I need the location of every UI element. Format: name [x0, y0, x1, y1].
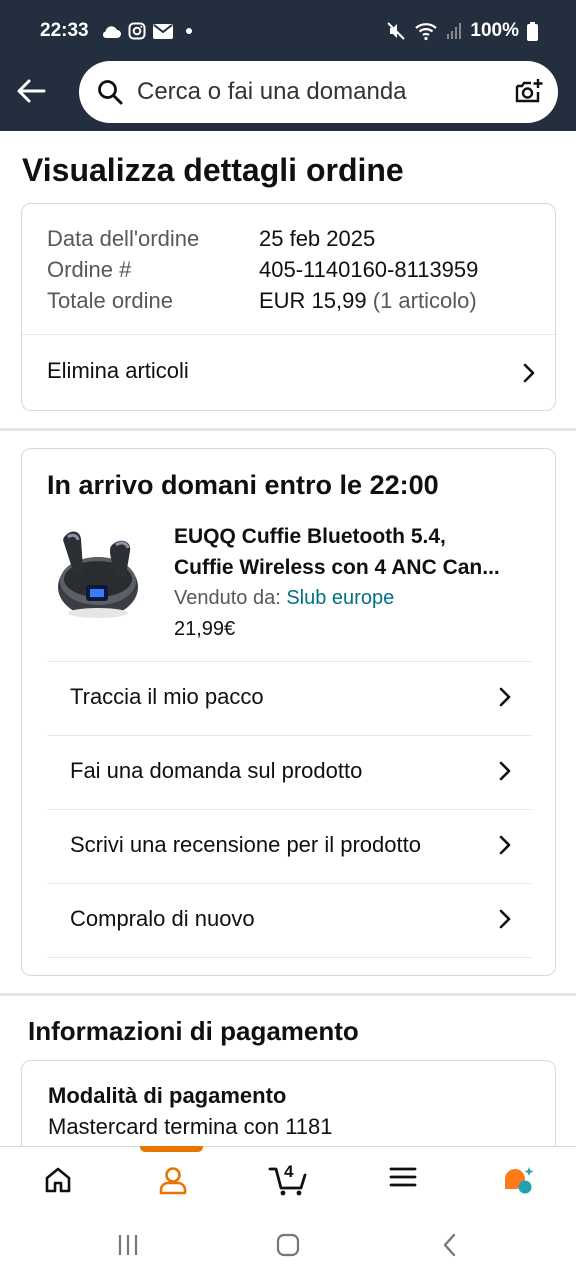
- account-icon: [159, 1167, 186, 1195]
- order-total-amount: EUR 15,99: [259, 288, 367, 313]
- nav-home[interactable]: [0, 1147, 115, 1215]
- sold-by-label: Venduto da:: [174, 587, 281, 609]
- nav-rufus[interactable]: [461, 1147, 576, 1215]
- payment-card: Modalità di pagamento Mastercard termina…: [21, 1060, 556, 1160]
- product-title-line1: EUQQ Cuffie Bluetooth 5.4,: [174, 525, 446, 548]
- order-date-value: 25 feb 2025: [259, 226, 376, 251]
- battery-icon: [527, 21, 538, 41]
- page-title: Visualizza dettagli ordine: [22, 152, 404, 188]
- chevron-right-icon: [499, 687, 511, 707]
- action-ask-question[interactable]: Fai una domanda sul prodotto: [22, 736, 555, 809]
- payment-method-label: Modalità di pagamento: [48, 1083, 287, 1108]
- search-placeholder: Cerca o fai una domanda: [137, 78, 407, 105]
- order-summary-card: Data dell'ordine 25 feb 2025 Ordine # 40…: [21, 203, 556, 411]
- battery-percent: 100%: [470, 20, 519, 41]
- system-nav-bar: [0, 1214, 576, 1280]
- delete-items-row[interactable]: Elimina articoli: [22, 335, 555, 411]
- status-time: 22:33: [40, 20, 89, 41]
- delivery-status-title: In arrivo domani entro le 22:00: [47, 470, 439, 500]
- nav-account[interactable]: [115, 1147, 230, 1215]
- product-price: 21,99€: [174, 618, 236, 640]
- delete-items-label: Elimina articoli: [47, 358, 189, 383]
- wifi-icon: [415, 23, 438, 41]
- back-button-icon[interactable]: [440, 1232, 460, 1258]
- mute-icon: [387, 22, 406, 40]
- cloud-icon: [102, 26, 121, 38]
- seller-link[interactable]: Slub europe: [286, 587, 394, 609]
- payment-method-value: Mastercard termina con 1181: [48, 1114, 333, 1139]
- shipment-card: In arrivo domani entro le 22:00 EUQQ Cuf…: [21, 448, 556, 976]
- status-bar: 22:33 100%: [0, 0, 576, 64]
- product-title-line2: Cuffie Wireless con 4 ANC Can...: [174, 556, 500, 579]
- section-separator: [0, 428, 576, 431]
- order-total-label: Totale ordine: [47, 288, 173, 313]
- order-date-label: Data dell'ordine: [47, 226, 200, 251]
- back-arrow-icon[interactable]: [14, 74, 48, 108]
- active-tab-indicator: [140, 1146, 203, 1152]
- chevron-right-icon: [499, 761, 511, 781]
- order-total-items: (1 articolo): [372, 288, 477, 313]
- action-label: Scrivi una recensione per il prodotto: [70, 832, 421, 857]
- camera-icon[interactable]: [514, 77, 544, 107]
- menu-icon: [389, 1167, 416, 1187]
- mail-icon: [153, 23, 173, 39]
- chevron-right-icon: [499, 909, 511, 929]
- home-icon: [45, 1167, 70, 1193]
- payment-section-title: Informazioni di pagamento: [28, 1016, 359, 1046]
- instagram-icon: [128, 22, 146, 40]
- order-number-value: 405-1140160-8113959: [259, 257, 479, 282]
- action-label: Compralo di nuovo: [70, 906, 255, 931]
- app-header: 22:33 100% Cerca o fai una domanda: [0, 0, 576, 131]
- rufus-icon: [504, 1167, 533, 1194]
- product-image[interactable]: [52, 523, 144, 623]
- section-separator: [0, 993, 576, 996]
- action-label: Traccia il mio pacco: [70, 684, 264, 709]
- signal-icon: [447, 23, 462, 39]
- search-bar[interactable]: Cerca o fai una domanda: [79, 61, 558, 123]
- search-icon: [98, 80, 123, 105]
- action-track-package[interactable]: Traccia il mio pacco: [22, 662, 555, 735]
- product-title[interactable]: EUQQ Cuffie Bluetooth 5.4, Cuffie Wirele…: [174, 521, 534, 583]
- action-write-review[interactable]: Scrivi una recensione per il prodotto: [22, 810, 555, 883]
- chevron-right-icon: [523, 363, 535, 383]
- action-buy-again[interactable]: Compralo di nuovo: [22, 884, 555, 957]
- recent-apps-icon[interactable]: [116, 1232, 140, 1258]
- divider: [47, 957, 531, 958]
- sold-by: Venduto da: Slub europe: [174, 587, 394, 610]
- order-number-label: Ordine #: [47, 257, 132, 282]
- order-total-value: EUR 15,99 (1 articolo): [259, 288, 477, 314]
- cart-count-badge: 4: [284, 1162, 294, 1181]
- action-label: Fai una domanda sul prodotto: [70, 758, 363, 783]
- dot-icon: [186, 28, 192, 34]
- nav-menu[interactable]: [345, 1147, 460, 1215]
- home-button-icon[interactable]: [276, 1232, 300, 1258]
- chevron-right-icon: [499, 835, 511, 855]
